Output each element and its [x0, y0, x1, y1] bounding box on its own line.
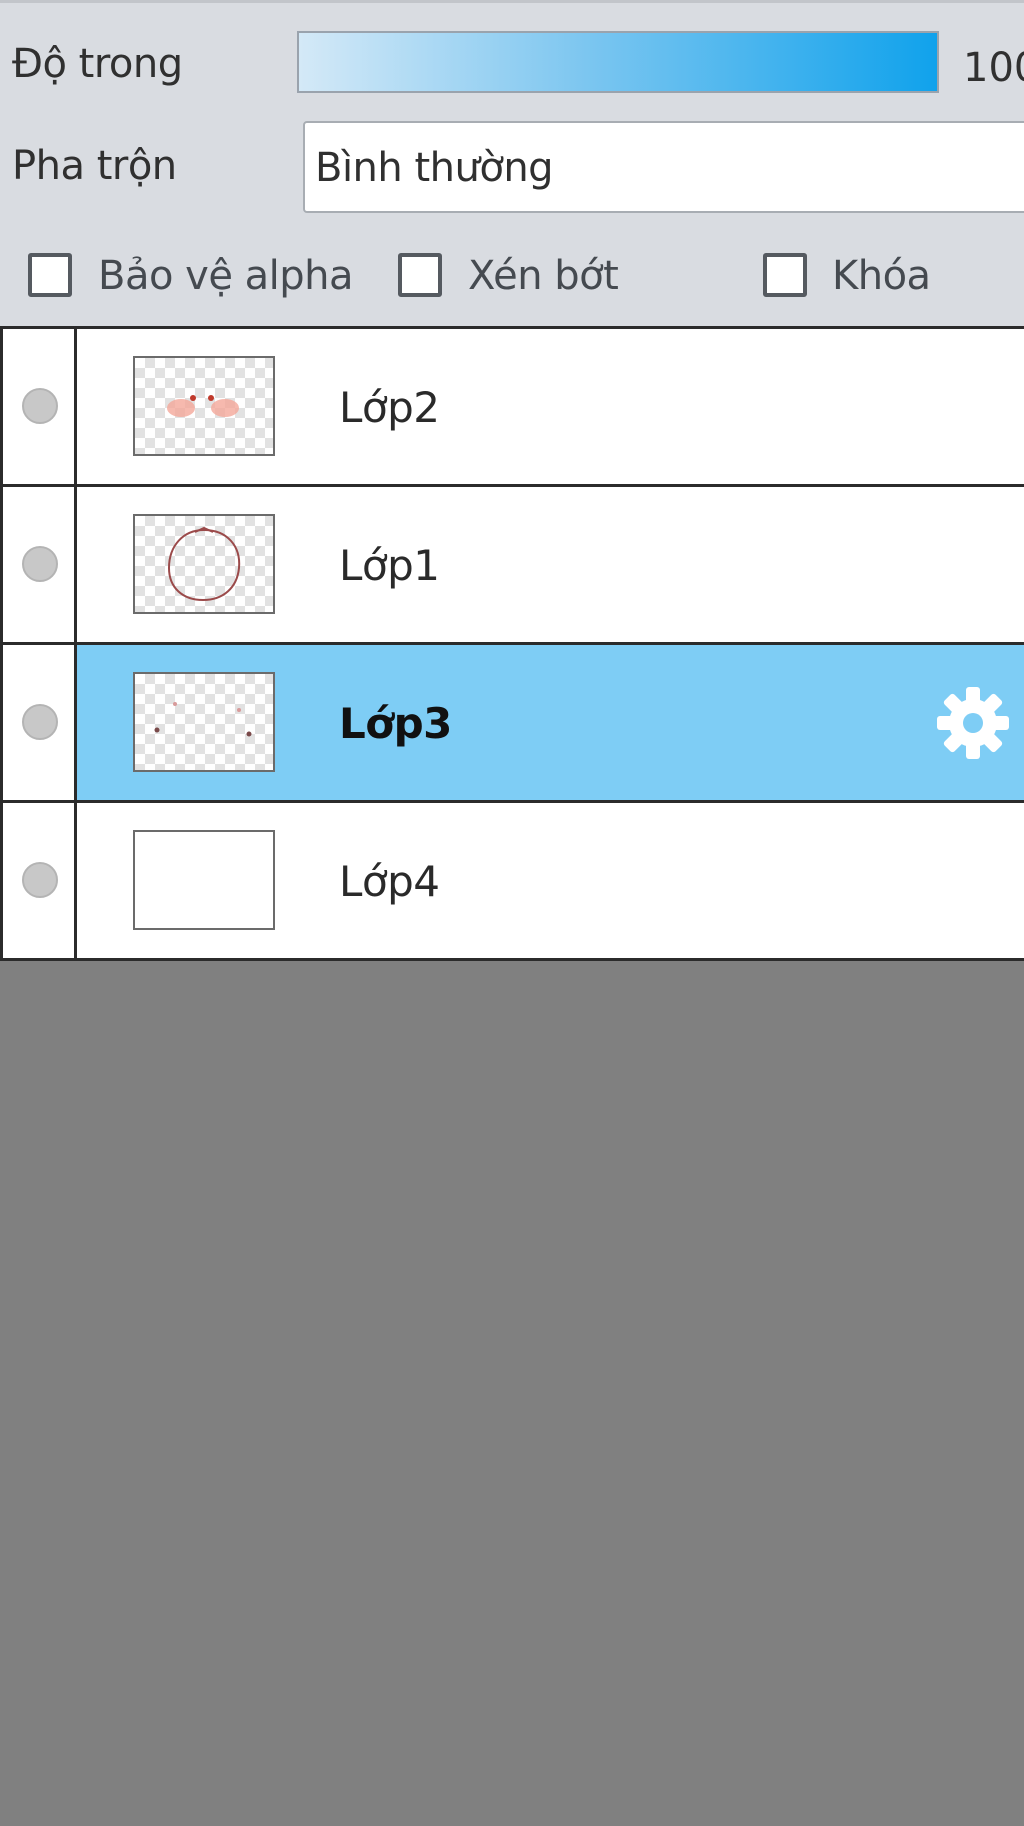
layer-panel: Độ trong 100 Pha trộn Bình thường Bảo vệ… [0, 0, 1024, 1826]
blend-mode-label: Pha trộn [12, 143, 177, 189]
protect-alpha-checkbox[interactable] [28, 253, 72, 297]
blend-mode-select[interactable]: Bình thường [303, 121, 1024, 213]
opacity-slider[interactable] [297, 31, 939, 93]
visibility-dot-icon [22, 704, 58, 740]
layer-row-body[interactable]: Lớp3 [77, 645, 1024, 800]
visibility-toggle[interactable] [0, 803, 77, 958]
layer-thumbnail [133, 672, 275, 772]
opacity-value: 100 [963, 45, 1024, 91]
visibility-toggle[interactable] [0, 487, 77, 642]
layer-thumbnail [133, 830, 275, 930]
layer-row-body[interactable]: Lớp1 [77, 487, 1024, 642]
visibility-toggle[interactable] [0, 645, 77, 800]
layer-list: Lớp2 Lớp1 Lớp3 Lớp4 [0, 326, 1024, 961]
layer-properties: Độ trong 100 Pha trộn Bình thường Bảo vệ… [0, 0, 1024, 326]
layer-name: Lớp1 [339, 541, 440, 590]
blend-mode-value: Bình thường [315, 145, 554, 191]
layer-row-body[interactable]: Lớp2 [77, 329, 1024, 484]
layer-row[interactable]: Lớp2 [0, 329, 1024, 487]
layer-name: Lớp3 [339, 699, 452, 748]
layer-name: Lớp4 [339, 857, 440, 906]
layer-row-body[interactable]: Lớp4 [77, 803, 1024, 958]
opacity-label: Độ trong [12, 41, 183, 87]
layer-row[interactable]: Lớp4 [0, 803, 1024, 961]
layer-thumbnail [133, 356, 275, 456]
lock-checkbox[interactable] [763, 253, 807, 297]
clipping-label: Xén bớt [468, 253, 619, 299]
visibility-dot-icon [22, 388, 58, 424]
layer-thumbnail [133, 514, 275, 614]
layer-name: Lớp2 [339, 383, 440, 432]
visibility-dot-icon [22, 546, 58, 582]
lock-label: Khóa [832, 253, 931, 299]
clipping-checkbox[interactable] [398, 253, 442, 297]
layer-row[interactable]: Lớp1 [0, 487, 1024, 645]
gear-icon[interactable] [935, 685, 1011, 761]
layer-row-selected[interactable]: Lớp3 [0, 645, 1024, 803]
visibility-dot-icon [22, 862, 58, 898]
opacity-slider-fill [299, 33, 937, 91]
visibility-toggle[interactable] [0, 329, 77, 484]
protect-alpha-label: Bảo vệ alpha [98, 253, 354, 299]
